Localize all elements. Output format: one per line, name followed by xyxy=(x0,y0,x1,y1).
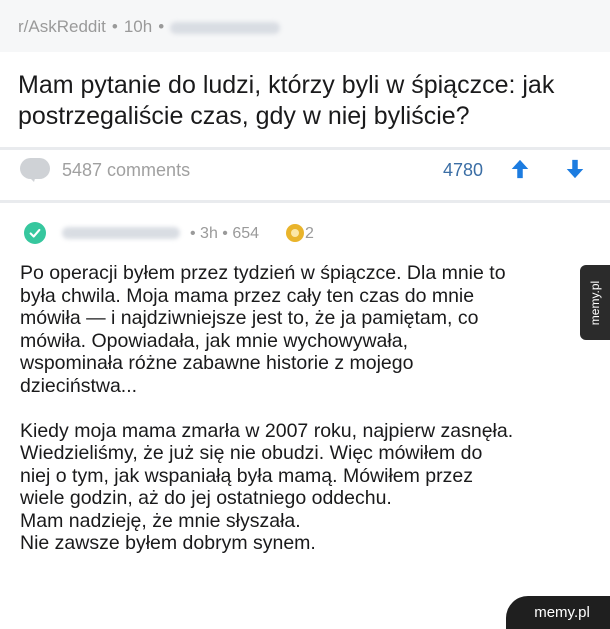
post-header: r/AskReddit • 10h • xyxy=(0,0,610,52)
post-score: 4780 xyxy=(443,160,484,180)
watermark-corner-label: memy.pl xyxy=(534,604,590,621)
check-circle-icon xyxy=(24,222,46,244)
comments-count[interactable]: 5487 comments xyxy=(62,160,190,181)
post-action-bar: 5487 comments 4780 xyxy=(0,150,610,194)
upvote-button[interactable] xyxy=(505,154,535,184)
coin-award-icon[interactable] xyxy=(286,224,304,242)
comment-body: Po operacji byłem przez tydzień w śpiącz… xyxy=(20,262,514,554)
watermark-side-label: memy.pl xyxy=(588,280,603,325)
post-meta: r/AskReddit • 10h • xyxy=(18,17,281,37)
arrow-down-icon xyxy=(566,159,584,179)
comment-points: 654 xyxy=(232,225,260,242)
watermark-corner: memy.pl xyxy=(506,596,610,629)
redacted-commenter[interactable] xyxy=(62,227,180,239)
divider xyxy=(0,200,610,203)
post-time: 10h xyxy=(123,17,153,36)
arrow-up-icon xyxy=(511,159,529,179)
comment-info: • 3h • 654 xyxy=(190,225,260,242)
speech-bubble-icon[interactable] xyxy=(20,158,50,182)
downvote-button[interactable] xyxy=(560,154,590,184)
post-title[interactable]: Mam pytanie do ludzi, którzy byli w śpią… xyxy=(18,70,608,132)
comment-time: 3h xyxy=(200,225,218,242)
award-count: 2 xyxy=(305,225,314,242)
subreddit-link[interactable]: r/AskReddit xyxy=(18,17,106,36)
watermark-side: memy.pl xyxy=(580,265,610,340)
redacted-username xyxy=(170,21,281,34)
